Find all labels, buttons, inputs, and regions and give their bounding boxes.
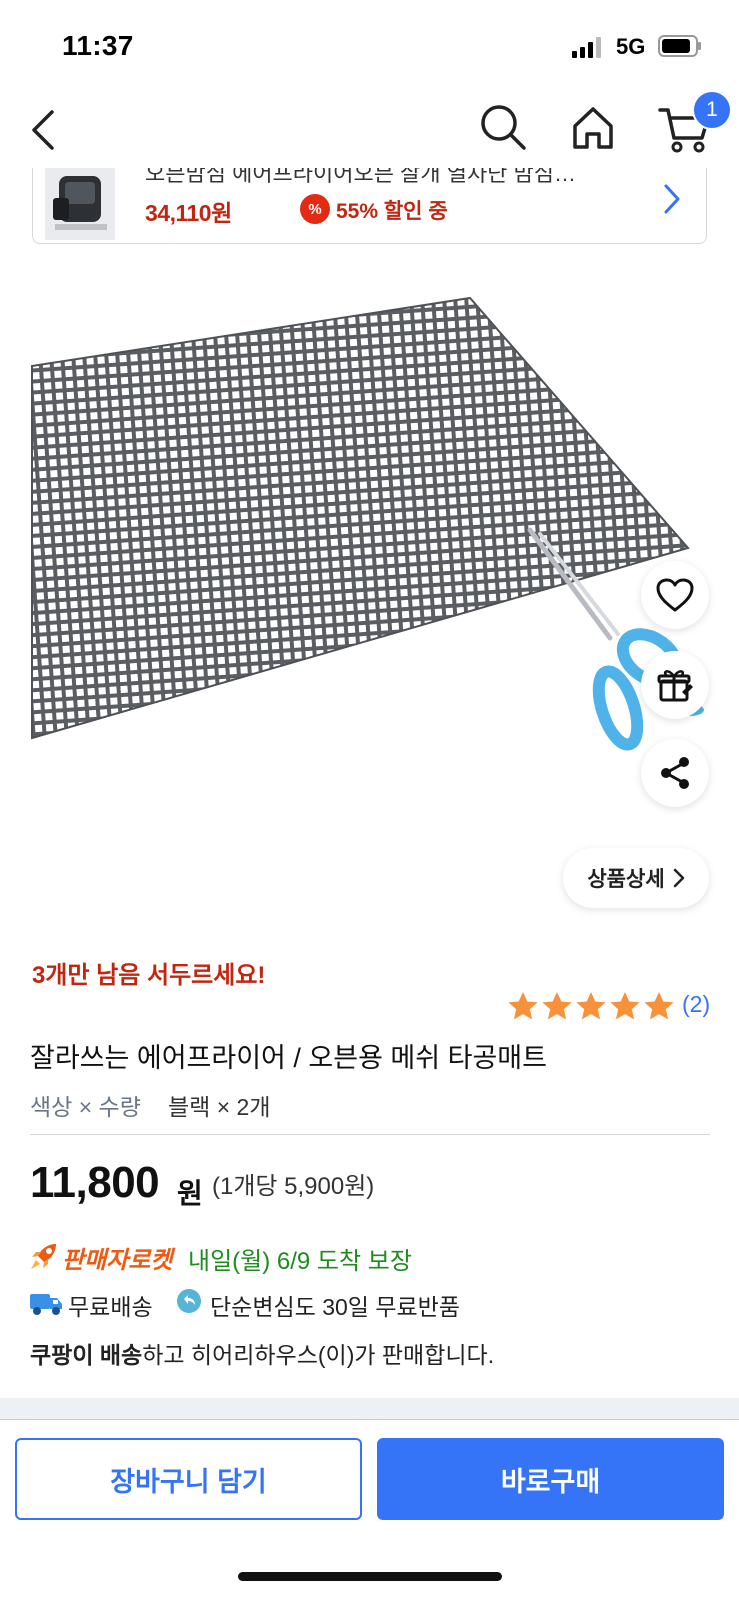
stock-warning: 3개만 남음 서두르세요!: [32, 962, 266, 989]
battery-icon: [658, 35, 701, 57]
cart-count-badge: 1: [692, 90, 732, 130]
product-image[interactable]: [0, 262, 739, 922]
home-indicator[interactable]: [238, 1572, 502, 1581]
gift-button[interactable]: [641, 651, 709, 719]
chevron-right-icon: [673, 868, 684, 888]
product-page: 11:37 5G 1 오븐맘심 에어프라이어오븐 살개 열차단 맘심… 34,1…: [0, 0, 739, 1600]
wishlist-button[interactable]: [641, 561, 709, 629]
price-currency: 원: [177, 1178, 203, 1209]
return-policy: 단순변심도 30일 무료반품: [210, 1294, 460, 1320]
option-label: 색상 × 수량: [30, 1094, 141, 1120]
seller-name-text: 하고 히어리하우스(이)가 판매합니다.: [142, 1342, 495, 1368]
discount-percent-icon: %: [300, 194, 330, 224]
linked-item-discount: 55% 할인 중: [336, 200, 448, 223]
seller-delivery-label: 쿠팡이 배송: [30, 1342, 143, 1368]
buy-now-button[interactable]: 바로구매: [377, 1438, 724, 1520]
rocket-delivery-label: 판매자로켓: [62, 1247, 173, 1274]
unit-price: (1개당 5,900원): [212, 1173, 375, 1200]
rating-stars[interactable]: [506, 990, 676, 1024]
share-icon: [661, 757, 689, 789]
product-name: 잘라쓰는 에어프라이어 / 오븐용 메쉬 타공매트: [30, 1043, 547, 1073]
review-count[interactable]: (2): [682, 991, 710, 1018]
product-detail-label: 상품상세: [587, 868, 665, 891]
seller-info: 쿠팡이 배송하고 히어리하우스(이)가 판매합니다.: [30, 1336, 494, 1370]
home-icon[interactable]: [569, 104, 617, 152]
status-time: 11:37: [62, 30, 134, 61]
return-icon: [177, 1289, 201, 1313]
option-value[interactable]: 블랙 × 2개: [168, 1088, 270, 1122]
linked-item-title: 오븐맘심 에어프라이어오븐 살개 열차단 맘심…: [145, 168, 577, 186]
gift-icon: [657, 670, 693, 702]
top-nav: [0, 90, 739, 170]
free-shipping: 무료배송: [68, 1294, 153, 1320]
product-price: 11,800: [30, 1158, 160, 1207]
linked-item-card[interactable]: 오븐맘심 에어프라이어오븐 살개 열차단 맘심… 34,110원 % 55% 할…: [32, 168, 707, 244]
mesh-mat-photo: [31, 296, 704, 751]
arrival-guarantee: 내일(월) 6/9 도착 보장: [188, 1248, 412, 1275]
network-label: 5G: [616, 34, 646, 59]
signal-icon: [572, 37, 601, 58]
add-to-cart-button[interactable]: 장바구니 담기: [15, 1438, 362, 1520]
truck-icon: [30, 1294, 62, 1315]
divider: [30, 1134, 710, 1135]
share-button[interactable]: [641, 739, 709, 807]
back-icon[interactable]: [28, 106, 62, 154]
product-detail-button[interactable]: 상품상세: [563, 848, 709, 908]
section-gap: [0, 1398, 739, 1420]
search-icon[interactable]: [478, 102, 528, 152]
linked-item-price: 34,110원: [145, 200, 232, 226]
rocket-icon: [31, 1244, 56, 1269]
heart-icon: [656, 578, 694, 612]
chevron-right-icon: [664, 184, 680, 214]
linked-item-thumbnail: [45, 168, 115, 240]
status-bar: 11:37 5G: [0, 0, 739, 90]
